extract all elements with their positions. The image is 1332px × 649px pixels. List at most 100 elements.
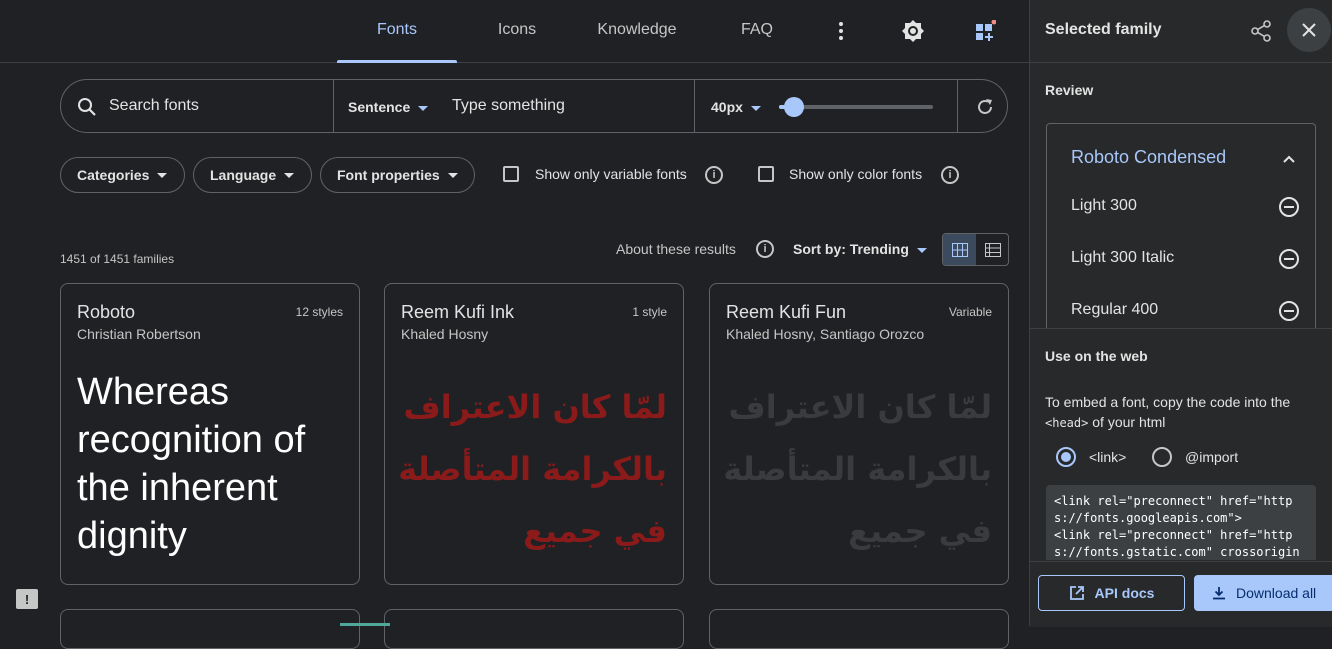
review-title: Review: [1045, 82, 1094, 98]
tab-faq[interactable]: FAQ: [697, 0, 817, 62]
sort-label: Sort by: Trending: [793, 241, 909, 257]
font-card-roboto[interactable]: Roboto Christian Robertson 12 styles Whe…: [60, 283, 360, 585]
more-vert-icon[interactable]: [825, 15, 857, 47]
download-all-label: Download all: [1236, 585, 1317, 601]
font-size-select[interactable]: 40px: [711, 99, 761, 115]
language-label: Language: [210, 167, 277, 183]
embed-code-block[interactable]: <link rel="preconnect" href="http s://fon…: [1046, 485, 1316, 560]
style-row-label: Light 300: [1071, 197, 1137, 214]
download-all-button[interactable]: Download all: [1194, 575, 1332, 611]
code-line: <link rel="preconnect" href="http: [1054, 494, 1293, 508]
code-line: s://fonts.googleapis.com">: [1054, 511, 1242, 525]
card-styles: Variable: [948, 305, 992, 319]
chevron-down-icon: [916, 247, 927, 253]
tab-fonts[interactable]: Fonts: [337, 0, 457, 63]
color-fonts-checkbox[interactable]: [758, 166, 774, 182]
search-input[interactable]: Search fonts: [109, 97, 199, 115]
info-icon[interactable]: i: [941, 166, 959, 184]
card-author: Khaled Hosny: [401, 326, 489, 342]
tab-knowledge[interactable]: Knowledge: [577, 0, 697, 62]
variable-fonts-checkbox[interactable]: [503, 166, 519, 182]
card-sample-text: لمّا كان الاعتراف بالكرامة المتأصلة في ج…: [723, 388, 992, 550]
preview-text-input[interactable]: Type something: [452, 97, 565, 115]
selected-family-name[interactable]: Roboto Condensed: [1071, 147, 1226, 168]
open-in-new-icon: [1069, 586, 1084, 600]
import-radio-label: @import: [1185, 449, 1239, 465]
review-box: Roboto Condensed Light 300 Light 300 Ita…: [1046, 123, 1316, 329]
chevron-down-icon: [447, 172, 458, 178]
top-navigation: Fonts Icons Knowledge FAQ: [0, 0, 1029, 63]
link-radio[interactable]: [1056, 447, 1076, 467]
chevron-down-icon: [418, 105, 429, 111]
divider: [957, 80, 958, 132]
chevron-up-icon[interactable]: [1283, 150, 1295, 168]
panel-title: Selected family: [1045, 21, 1162, 38]
feedback-icon[interactable]: !: [16, 589, 38, 609]
font-properties-label: Font properties: [337, 167, 440, 183]
search-bar: Search fonts Sentence Type something 40p…: [60, 79, 1008, 133]
info-icon[interactable]: i: [705, 166, 723, 184]
view-toggle: [942, 233, 1009, 266]
selected-families-icon[interactable]: [968, 14, 1002, 48]
brightness-icon[interactable]: [896, 14, 930, 48]
embed-instructions: To embed a font, copy the code into the …: [1045, 392, 1317, 433]
divider: [333, 80, 334, 132]
language-filter[interactable]: Language: [193, 157, 312, 193]
tab-knowledge-label: Knowledge: [597, 21, 677, 38]
tab-faq-label: FAQ: [740, 21, 773, 38]
font-card[interactable]: [709, 609, 1009, 649]
close-icon[interactable]: [1287, 8, 1331, 52]
remove-style-icon[interactable]: [1279, 249, 1299, 269]
grid-view-icon[interactable]: [943, 234, 976, 265]
card-font-name: Reem Kufi Fun: [726, 302, 847, 322]
font-properties-filter[interactable]: Font properties: [320, 157, 475, 193]
style-row-label: Regular 400: [1071, 301, 1159, 318]
chevron-down-icon: [157, 172, 168, 178]
font-card-reem-kufi-ink[interactable]: Reem Kufi Ink Khaled Hosny 1 style لمّا …: [384, 283, 684, 585]
preview-mode-label: Sentence: [348, 99, 411, 115]
font-card[interactable]: [384, 609, 684, 649]
download-icon: [1213, 587, 1225, 600]
preview-mode-select[interactable]: Sentence: [348, 99, 429, 115]
font-card-reem-kufi-fun[interactable]: Reem Kufi Fun Khaled Hosny, Santiago Oro…: [709, 283, 1009, 585]
variable-fonts-label: Show only variable fonts: [535, 166, 687, 182]
card-sample-text: لمّا كان الاعتراف بالكرامة المتأصلة في ج…: [398, 388, 667, 550]
font-card[interactable]: [60, 609, 360, 649]
import-radio[interactable]: [1152, 447, 1172, 467]
categories-label: Categories: [77, 167, 150, 183]
api-docs-label: API docs: [1094, 585, 1155, 601]
card-font-name: Roboto: [77, 302, 136, 322]
card-font-name: Reem Kufi Ink: [401, 302, 515, 322]
api-docs-button[interactable]: API docs: [1038, 575, 1185, 611]
refresh-icon[interactable]: [975, 97, 995, 122]
tab-icons-label: Icons: [497, 21, 537, 38]
info-icon[interactable]: i: [756, 240, 774, 258]
embed-text: of your html: [1092, 414, 1166, 430]
tab-icons[interactable]: Icons: [457, 0, 577, 62]
categories-filter[interactable]: Categories: [60, 157, 185, 193]
card-author: Christian Robertson: [77, 326, 201, 342]
style-row-label: Light 300 Italic: [1071, 249, 1175, 266]
panel-footer: API docs Download all: [1030, 561, 1332, 627]
share-icon[interactable]: [1250, 20, 1272, 47]
head-tag-code: <head>: [1045, 416, 1089, 430]
remove-style-icon[interactable]: [1279, 197, 1299, 217]
divider: [694, 80, 695, 132]
tab-fonts-label: Fonts: [376, 21, 417, 38]
divider: [1030, 328, 1332, 329]
list-view-icon[interactable]: [977, 234, 1009, 265]
selected-family-panel: Selected family Review Roboto Condensed …: [1029, 0, 1332, 627]
panel-header: Selected family: [1030, 0, 1332, 63]
color-fonts-label: Show only color fonts: [789, 166, 923, 182]
card-styles: 1 style: [632, 305, 667, 319]
about-results-link[interactable]: About these results: [616, 241, 736, 257]
remove-style-icon[interactable]: [1279, 301, 1299, 321]
font-size-label: 40px: [711, 99, 743, 115]
results-count: 1451 of 1451 families: [60, 252, 175, 266]
slider-thumb[interactable]: [784, 97, 805, 117]
card-styles: 12 styles: [295, 305, 343, 319]
sort-select[interactable]: Sort by: Trending: [793, 241, 927, 257]
link-radio-label: <link>: [1089, 449, 1127, 465]
font-size-slider[interactable]: [779, 97, 933, 117]
chevron-down-icon: [750, 105, 761, 111]
